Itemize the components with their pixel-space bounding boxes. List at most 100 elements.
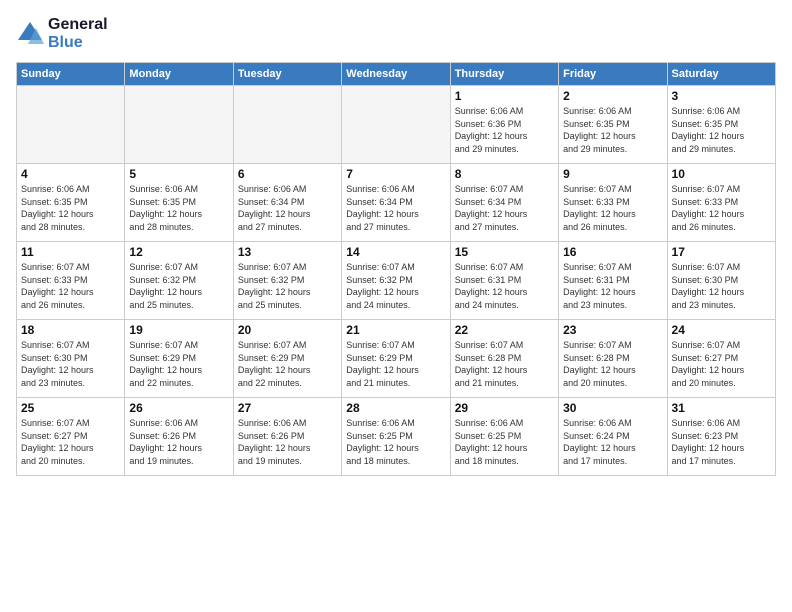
- day-cell: 23Sunrise: 6:07 AM Sunset: 6:28 PM Dayli…: [559, 320, 667, 398]
- weekday-header-monday: Monday: [125, 63, 233, 86]
- day-cell: 10 Sunrise: 6:07 AM Sunset: 6:33 PM Dayli…: [667, 164, 775, 242]
- day-number: 26: [129, 401, 228, 415]
- day-info: Sunrise: 6:07 AM Sunset: 6:29 PM Dayligh…: [346, 339, 445, 389]
- day-info: Sunrise: 6:06 AM Sunset: 6:35 PM Dayligh…: [21, 183, 120, 233]
- day-cell: 29 Sunrise: 6:06 AM Sunset: 6:25 PM Dayli…: [450, 398, 558, 476]
- day-cell: 13Sunrise: 6:07 AM Sunset: 6:32 PM Dayli…: [233, 242, 341, 320]
- day-cell: [233, 86, 341, 164]
- weekday-header-saturday: Saturday: [667, 63, 775, 86]
- day-number: 17: [672, 245, 771, 259]
- day-number: 30: [563, 401, 662, 415]
- day-number: 9: [563, 167, 662, 181]
- day-info: Sunrise: 6:06 AM Sunset: 6:26 PM Dayligh…: [238, 417, 337, 467]
- week-row-4: 18 Sunrise: 6:07 AM Sunset: 6:30 PM Dayli…: [17, 320, 776, 398]
- day-info: Sunrise: 6:06 AM Sunset: 6:25 PM Dayligh…: [346, 417, 445, 467]
- day-cell: 14 Sunrise: 6:07 AM Sunset: 6:32 PM Dayli…: [342, 242, 450, 320]
- day-cell: 21 Sunrise: 6:07 AM Sunset: 6:29 PM Dayli…: [342, 320, 450, 398]
- day-number: 27: [238, 401, 337, 415]
- weekday-header-tuesday: Tuesday: [233, 63, 341, 86]
- calendar-table: SundayMondayTuesdayWednesdayThursdayFrid…: [16, 62, 776, 476]
- day-cell: 22Sunrise: 6:07 AM Sunset: 6:28 PM Dayli…: [450, 320, 558, 398]
- day-cell: 30 Sunrise: 6:06 AM Sunset: 6:24 PM Dayli…: [559, 398, 667, 476]
- day-number: 11: [21, 245, 120, 259]
- day-info: Sunrise: 6:06 AM Sunset: 6:34 PM Dayligh…: [346, 183, 445, 233]
- day-info: Sunrise: 6:06 AM Sunset: 6:36 PM Dayligh…: [455, 105, 554, 155]
- weekday-header-wednesday: Wednesday: [342, 63, 450, 86]
- day-cell: [125, 86, 233, 164]
- day-cell: 4 Sunrise: 6:06 AM Sunset: 6:35 PM Daylig…: [17, 164, 125, 242]
- day-cell: 16 Sunrise: 6:07 AM Sunset: 6:31 PM Dayli…: [559, 242, 667, 320]
- day-number: 20: [238, 323, 337, 337]
- day-cell: 19 Sunrise: 6:07 AM Sunset: 6:29 PM Dayli…: [125, 320, 233, 398]
- day-cell: 2 Sunrise: 6:06 AM Sunset: 6:35 PM Daylig…: [559, 86, 667, 164]
- day-number: 5: [129, 167, 228, 181]
- day-cell: 12 Sunrise: 6:07 AM Sunset: 6:32 PM Dayli…: [125, 242, 233, 320]
- day-number: 24: [672, 323, 771, 337]
- week-row-5: 25 Sunrise: 6:07 AM Sunset: 6:27 PM Dayli…: [17, 398, 776, 476]
- logo: General Blue: [16, 16, 108, 52]
- day-cell: 26 Sunrise: 6:06 AM Sunset: 6:26 PM Dayli…: [125, 398, 233, 476]
- day-cell: 9 Sunrise: 6:07 AM Sunset: 6:33 PM Daylig…: [559, 164, 667, 242]
- page: General Blue SundayMondayTuesdayWednesda…: [0, 0, 792, 612]
- day-info: Sunrise: 6:06 AM Sunset: 6:35 PM Dayligh…: [563, 105, 662, 155]
- day-info: Sunrise: 6:07 AM Sunset: 6:33 PM Dayligh…: [672, 183, 771, 233]
- day-cell: 31Sunrise: 6:06 AM Sunset: 6:23 PM Dayli…: [667, 398, 775, 476]
- day-number: 22: [455, 323, 554, 337]
- day-number: 4: [21, 167, 120, 181]
- day-cell: 15 Sunrise: 6:07 AM Sunset: 6:31 PM Dayli…: [450, 242, 558, 320]
- day-number: 21: [346, 323, 445, 337]
- day-info: Sunrise: 6:06 AM Sunset: 6:24 PM Dayligh…: [563, 417, 662, 467]
- day-cell: 28 Sunrise: 6:06 AM Sunset: 6:25 PM Dayli…: [342, 398, 450, 476]
- day-number: 18: [21, 323, 120, 337]
- day-cell: 27 Sunrise: 6:06 AM Sunset: 6:26 PM Dayli…: [233, 398, 341, 476]
- day-number: 2: [563, 89, 662, 103]
- day-info: Sunrise: 6:07 AM Sunset: 6:27 PM Dayligh…: [672, 339, 771, 389]
- day-number: 15: [455, 245, 554, 259]
- week-row-2: 4 Sunrise: 6:06 AM Sunset: 6:35 PM Daylig…: [17, 164, 776, 242]
- day-cell: 18 Sunrise: 6:07 AM Sunset: 6:30 PM Dayli…: [17, 320, 125, 398]
- day-info: Sunrise: 6:07 AM Sunset: 6:31 PM Dayligh…: [563, 261, 662, 311]
- day-number: 29: [455, 401, 554, 415]
- day-cell: 1 Sunrise: 6:06 AM Sunset: 6:36 PM Daylig…: [450, 86, 558, 164]
- day-info: Sunrise: 6:07 AM Sunset: 6:32 PM Dayligh…: [129, 261, 228, 311]
- day-cell: 8 Sunrise: 6:07 AM Sunset: 6:34 PM Daylig…: [450, 164, 558, 242]
- day-number: 1: [455, 89, 554, 103]
- day-number: 12: [129, 245, 228, 259]
- day-number: 28: [346, 401, 445, 415]
- day-cell: 7 Sunrise: 6:06 AM Sunset: 6:34 PM Daylig…: [342, 164, 450, 242]
- day-number: 3: [672, 89, 771, 103]
- day-info: Sunrise: 6:07 AM Sunset: 6:31 PM Dayligh…: [455, 261, 554, 311]
- day-info: Sunrise: 6:07 AM Sunset: 6:29 PM Dayligh…: [238, 339, 337, 389]
- day-number: 14: [346, 245, 445, 259]
- logo-icon: [16, 20, 44, 48]
- day-cell: 24 Sunrise: 6:07 AM Sunset: 6:27 PM Dayli…: [667, 320, 775, 398]
- day-number: 25: [21, 401, 120, 415]
- day-info: Sunrise: 6:07 AM Sunset: 6:28 PM Dayligh…: [563, 339, 662, 389]
- day-info: Sunrise: 6:06 AM Sunset: 6:23 PM Dayligh…: [672, 417, 771, 467]
- week-row-3: 11 Sunrise: 6:07 AM Sunset: 6:33 PM Dayli…: [17, 242, 776, 320]
- day-cell: 25 Sunrise: 6:07 AM Sunset: 6:27 PM Dayli…: [17, 398, 125, 476]
- day-info: Sunrise: 6:07 AM Sunset: 6:30 PM Dayligh…: [672, 261, 771, 311]
- day-info: Sunrise: 6:07 AM Sunset: 6:32 PM Dayligh…: [238, 261, 337, 311]
- day-cell: 20 Sunrise: 6:07 AM Sunset: 6:29 PM Dayli…: [233, 320, 341, 398]
- day-info: Sunrise: 6:07 AM Sunset: 6:30 PM Dayligh…: [21, 339, 120, 389]
- day-cell: 17 Sunrise: 6:07 AM Sunset: 6:30 PM Dayli…: [667, 242, 775, 320]
- day-number: 8: [455, 167, 554, 181]
- day-info: Sunrise: 6:07 AM Sunset: 6:27 PM Dayligh…: [21, 417, 120, 467]
- day-info: Sunrise: 6:06 AM Sunset: 6:26 PM Dayligh…: [129, 417, 228, 467]
- day-cell: 3Sunrise: 6:06 AM Sunset: 6:35 PM Daylig…: [667, 86, 775, 164]
- day-number: 16: [563, 245, 662, 259]
- day-number: 19: [129, 323, 228, 337]
- day-number: 7: [346, 167, 445, 181]
- weekday-header-row: SundayMondayTuesdayWednesdayThursdayFrid…: [17, 63, 776, 86]
- day-info: Sunrise: 6:06 AM Sunset: 6:25 PM Dayligh…: [455, 417, 554, 467]
- day-number: 10: [672, 167, 771, 181]
- day-info: Sunrise: 6:07 AM Sunset: 6:32 PM Dayligh…: [346, 261, 445, 311]
- logo-text: General Blue: [48, 16, 108, 52]
- day-info: Sunrise: 6:07 AM Sunset: 6:29 PM Dayligh…: [129, 339, 228, 389]
- day-info: Sunrise: 6:07 AM Sunset: 6:33 PM Dayligh…: [21, 261, 120, 311]
- day-info: Sunrise: 6:07 AM Sunset: 6:33 PM Dayligh…: [563, 183, 662, 233]
- week-row-1: 1 Sunrise: 6:06 AM Sunset: 6:36 PM Daylig…: [17, 86, 776, 164]
- weekday-header-thursday: Thursday: [450, 63, 558, 86]
- day-info: Sunrise: 6:07 AM Sunset: 6:34 PM Dayligh…: [455, 183, 554, 233]
